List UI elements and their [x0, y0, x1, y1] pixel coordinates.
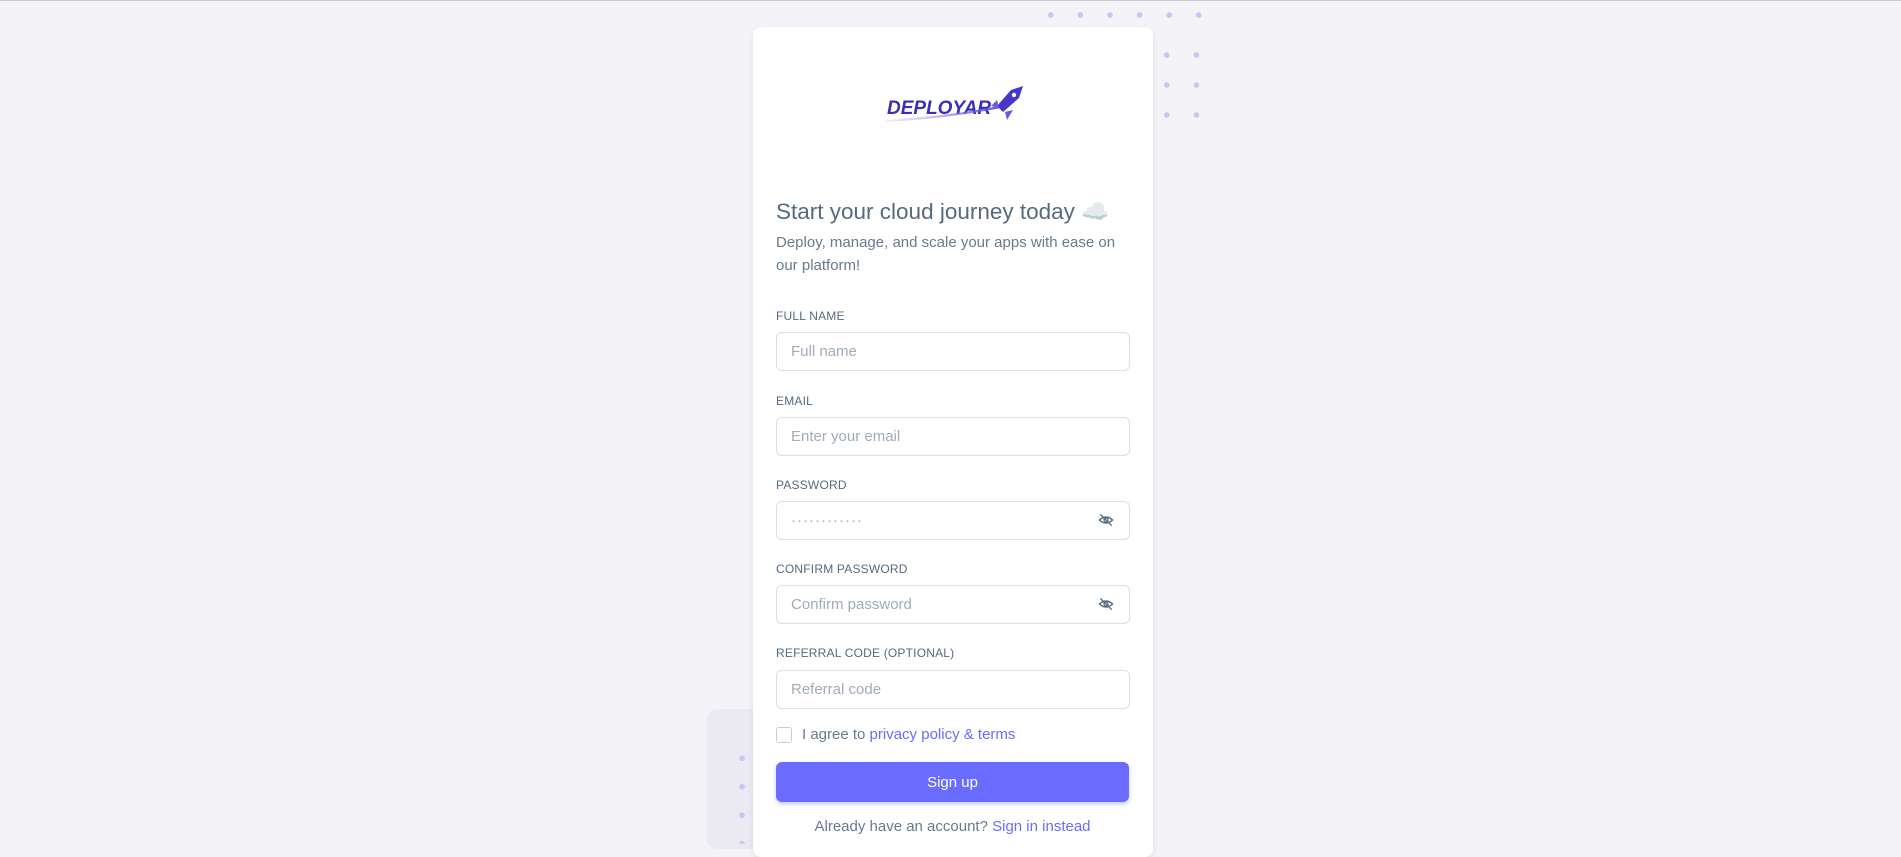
full-name-label: FULL NAME: [776, 309, 845, 323]
confirm-password-label: CONFIRM PASSWORD: [776, 562, 908, 576]
confirm-password-input[interactable]: [776, 585, 1130, 624]
page-title: Start your cloud journey today ☁️: [776, 199, 1110, 224]
agree-terms-text: I agree to privacy policy & terms: [802, 726, 1015, 743]
agree-terms-checkbox[interactable]: [776, 727, 792, 743]
sign-in-prompt: Already have an account? Sign in instead: [776, 818, 1129, 835]
agree-terms-prefix: I agree to: [802, 726, 870, 743]
eye-off-icon[interactable]: [1098, 596, 1114, 612]
referral-code-input[interactable]: [776, 670, 1130, 709]
full-name-input[interactable]: [776, 332, 1130, 371]
email-input[interactable]: [776, 417, 1130, 456]
sign-in-prompt-text: Already have an account?: [814, 818, 993, 835]
decorative-dots-bottom: [736, 744, 748, 844]
password-label: PASSWORD: [776, 478, 847, 492]
privacy-terms-link[interactable]: privacy policy & terms: [870, 726, 1016, 743]
top-border: [0, 0, 1901, 1]
referral-code-label: REFERRAL CODE (OPTIONAL): [776, 646, 955, 660]
eye-off-icon[interactable]: [1098, 512, 1114, 528]
email-label: EMAIL: [776, 394, 814, 408]
page-subtitle: Deploy, manage, and scale your apps with…: [776, 234, 1116, 274]
deployar-logo: DEPLOYAR: [885, 86, 1023, 122]
password-input[interactable]: [776, 501, 1130, 540]
sign-up-button[interactable]: Sign up: [776, 762, 1129, 802]
sign-in-link[interactable]: Sign in instead: [992, 818, 1090, 835]
